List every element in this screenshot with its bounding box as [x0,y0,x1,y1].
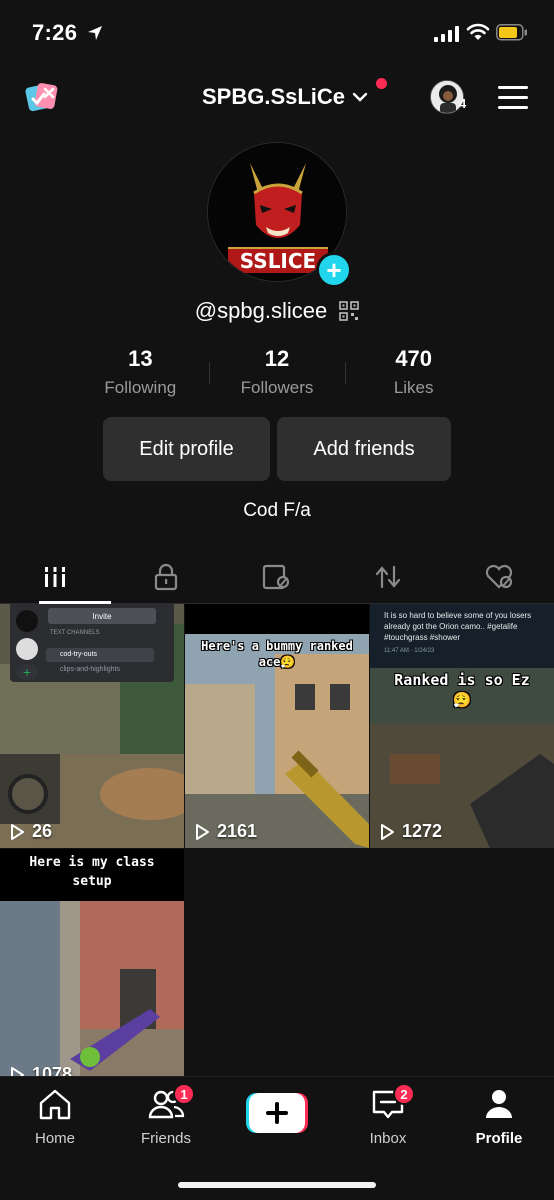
nav-friends-label: Friends [140,1130,192,1147]
discord-section: TEXT CHANNELS [50,630,100,636]
nav-home[interactable]: Home [10,1087,100,1147]
notification-dot [376,78,387,89]
qr-code-icon[interactable] [339,301,360,321]
discord-invite-button: Invite [48,608,156,624]
stat-divider [209,362,210,384]
chevron-down-icon [352,92,368,102]
stat-label: Following [104,378,177,397]
profile-bio: Cod F/a [243,500,311,521]
discord-server-icon [16,610,38,632]
tab-tagged[interactable] [222,550,333,603]
discord-overlay: Invite TEXT CHANNELS cod-try-outs clips-… [10,604,174,682]
home-icon [39,1089,71,1120]
play-icon [11,823,24,840]
stat-following[interactable]: 13 Following [72,346,209,402]
stat-number: 12 [264,346,290,371]
lock-icon [155,563,178,590]
tagged-icon [262,564,290,589]
stat-label: Followers [240,378,314,397]
nav-profile[interactable]: Profile [454,1087,544,1147]
stat-number: 470 [395,346,433,371]
status-bar: 7:26 [0,0,554,64]
bottom-navigation: Home 1 Friends 2 Inbox Profile [0,1076,554,1200]
nav-home-label: Home [34,1130,75,1147]
inbox-badge: 2 [393,1083,415,1105]
tweet-text: It is so hard to believe some of you los… [384,611,532,642]
discord-user-icon [16,638,38,660]
discord-channel-1: cod-try-outs [46,648,154,662]
account-switcher[interactable]: SPBG.SsLiCe [202,84,369,110]
handle-row: @spbg.slicee [0,298,554,324]
video-thumbnail-2[interactable]: Here's a bummy ranked ace😮‍💨 2161 [185,604,369,848]
view-count: 26 [8,821,52,842]
video-caption: Here is my class setup [29,855,155,889]
avatar-logo-text: SSLICE [240,249,316,273]
home-indicator [178,1182,376,1188]
menu-icon[interactable] [498,86,528,110]
tab-private[interactable] [111,550,222,603]
tweet-overlay: It is so hard to believe some of you los… [370,604,554,668]
profile-stats: 13 Following 12 Followers 470 Likes [72,346,482,402]
video-thumbnail-4[interactable]: Here is my class setup 1078 [0,849,184,1077]
video-caption: Here's a bummy ranked ace😮‍💨 [201,639,353,669]
profile-tabs [0,550,554,604]
stat-label: Likes [393,378,434,397]
tab-reposts[interactable] [332,550,443,603]
stat-likes[interactable]: 470 Likes [345,346,482,402]
video-thumbnail-3[interactable]: It is so hard to believe some of you los… [370,604,554,848]
story-count: 4 [459,96,467,111]
nav-profile-label: Profile [475,1130,523,1147]
location-arrow-icon [88,26,102,40]
video-thumbnail-1[interactable]: Invite TEXT CHANNELS cod-try-outs clips-… [0,604,184,848]
stat-divider [345,362,346,384]
tab-videos[interactable] [0,550,111,604]
add-friends-icon[interactable] [24,80,60,116]
add-friends-button[interactable]: Add friends [277,417,451,481]
profile-icon [486,1090,512,1118]
profile-header: SPBG.SsLiCe 4 [0,72,554,124]
view-count-value: 1272 [402,821,443,841]
stat-number: 13 [128,346,153,371]
discord-add-icon: + [16,664,38,680]
header-username: SPBG.SsLiCe [202,84,346,109]
nav-friends[interactable]: 1 Friends [121,1083,211,1147]
create-post-button[interactable] [246,1093,308,1133]
tweet-meta: 11:47 AM · 1/24/23 [384,648,435,654]
liked-hidden-icon [485,564,512,589]
nav-inbox-label: Inbox [369,1130,407,1147]
view-count: 1272 [378,821,442,842]
repost-icon [375,565,400,588]
video-caption: Ranked is so Ez😮‍💨 [394,671,530,709]
battery-icon [496,24,527,41]
profile-handle: @spbg.slicee [194,298,328,323]
play-icon [381,823,394,840]
view-count-value: 26 [32,821,53,841]
wifi-icon [466,23,490,40]
play-icon [196,823,209,840]
discord-channel-2: clips-and-highlights [60,666,120,673]
friends-badge: 1 [173,1083,195,1105]
nav-inbox[interactable]: 2 Inbox [343,1083,433,1147]
signal-icon [434,26,459,42]
tab-liked[interactable] [443,550,554,603]
discord-invite-label: Invite [92,611,112,621]
videos-grid-icon [43,566,68,587]
status-time: 7:26 [32,20,78,45]
stat-followers[interactable]: 12 Followers [209,346,346,402]
view-count-value: 2161 [217,821,258,841]
edit-profile-button[interactable]: Edit profile [103,417,270,481]
add-avatar-button[interactable]: + [316,252,352,288]
view-count: 2161 [193,821,257,842]
